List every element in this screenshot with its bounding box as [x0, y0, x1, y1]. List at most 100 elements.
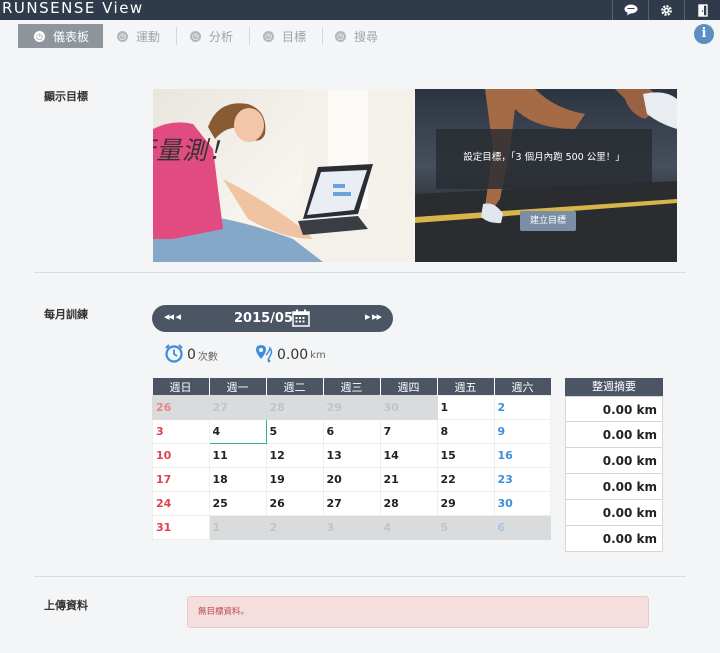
calendar-day[interactable]: 26 — [265, 491, 324, 516]
calendar-day[interactable]: 25 — [208, 491, 267, 516]
calendar-day[interactable]: 13 — [322, 443, 381, 468]
alarm-clock-icon — [164, 343, 184, 367]
calendar-week-row: 17 18 19 20 21 22 23 — [152, 467, 551, 492]
distance-unit: km — [310, 349, 326, 361]
weekday-header: 週四 — [379, 378, 437, 396]
calendar-icon[interactable] — [292, 309, 310, 327]
calendar-day[interactable]: 20 — [322, 467, 381, 492]
goal-banner: 請自行量測！ 設定目標，「3 個月內跑 500 公里！」 建立目標 — [153, 89, 677, 262]
calendar-day[interactable]: 16 — [493, 443, 551, 468]
no-goal-alert: 無目標資料。 — [187, 596, 649, 628]
info-icon[interactable]: i — [694, 24, 714, 44]
tab-search[interactable]: ◷ 搜尋 — [335, 24, 378, 48]
goal-message-box: 設定目標，「3 個月內跑 500 公里！」 — [436, 129, 652, 189]
weekly-distance: 0.00 km — [565, 474, 663, 500]
weekday-header: 週三 — [322, 378, 380, 396]
calendar-day[interactable]: 19 — [265, 467, 324, 492]
calendar-day[interactable]: 23 — [493, 467, 551, 492]
calendar-day[interactable]: 3 — [322, 515, 381, 540]
calendar-day[interactable]: 27 — [322, 491, 381, 516]
chat-icon[interactable] — [612, 0, 648, 20]
tab-label: 儀表板 — [53, 29, 90, 44]
calendar-day[interactable]: 28 — [265, 395, 324, 420]
calendar-day[interactable]: 24 — [152, 491, 210, 516]
calendar-day[interactable]: 10 — [152, 443, 210, 468]
create-goal-button[interactable]: 建立目標 — [520, 211, 576, 231]
calendar-day[interactable]: 18 — [208, 467, 267, 492]
calendar-day[interactable]: 3 — [152, 419, 210, 444]
calendar-day[interactable]: 29 — [322, 395, 381, 420]
calendar-weekday-header: 週日 週一 週二 週三 週四 週五 週六 — [152, 378, 551, 396]
tab-divider — [249, 27, 250, 45]
door-exit-icon[interactable] — [684, 0, 720, 20]
calendar-day[interactable]: 27 — [208, 395, 267, 420]
calendar-day[interactable]: 11 — [208, 443, 267, 468]
clock-icon: ◷ — [34, 30, 45, 42]
calendar-day[interactable]: 12 — [265, 443, 324, 468]
weekly-distance: 0.00 km — [565, 396, 663, 422]
calendar-day[interactable]: 21 — [379, 467, 438, 492]
upload-section-label: 上傳資料 — [44, 599, 88, 612]
calendar-day[interactable]: 26 — [152, 395, 210, 420]
clock-icon: ◷ — [263, 30, 274, 42]
calendar-day[interactable]: 9 — [493, 419, 551, 444]
calendar-day[interactable]: 15 — [436, 443, 495, 468]
calendar-week-row: 3456789 — [152, 419, 551, 444]
weekly-summary: 整週摘要 0.00 km 0.00 km 0.00 km 0.00 km 0.00 km… — [565, 378, 663, 552]
calendar-day[interactable]: 8 — [436, 419, 495, 444]
monthly-calendar: 週日 週一 週二 週三 週四 週五 週六 26 27 28 29 30 1 2 3 4 5 6 7 8 9 10 11 12… — [152, 378, 551, 540]
calendar-day[interactable]: 14 — [379, 443, 438, 468]
woman-laptop-photo: 請自行量測！ — [153, 89, 414, 262]
weekday-header: 週五 — [436, 378, 494, 396]
distance-stat: 0.00 km — [254, 344, 326, 366]
calendar-week-row: 24 25 26 27 28 29 30 — [152, 491, 551, 516]
calendar-day[interactable]: 30 — [493, 491, 551, 516]
current-month: 2015/05 — [234, 311, 294, 326]
workout-count: 0 — [187, 347, 196, 363]
calendar-day[interactable]: 29 — [436, 491, 495, 516]
calendar-day[interactable]: 17 — [152, 467, 210, 492]
calendar-day[interactable]: 22 — [436, 467, 495, 492]
tab-analysis[interactable]: ◷ 分析 — [190, 24, 233, 48]
calendar-week-row: 31 1 2 3 4 5 6 — [152, 515, 551, 540]
tab-goals[interactable]: ◷ 目標 — [263, 24, 306, 48]
calendar-day[interactable]: 28 — [379, 491, 438, 516]
calendar-day[interactable]: 4 — [379, 515, 438, 540]
weekday-header: 週日 — [152, 378, 209, 396]
calendar-day[interactable]: 31 — [152, 515, 210, 540]
tab-bar: ◷ 儀表板 ◷ 運動 ◷ 分析 ◷ 目標 ◷ 搜尋 — [0, 20, 720, 50]
calendar-day[interactable]: 6 — [322, 419, 381, 444]
calendar-week-row: 10 11 12 13 14 15 16 — [152, 443, 551, 468]
workout-count-stat: 0 次數 — [164, 344, 218, 366]
calendar-day[interactable]: 5 — [436, 515, 495, 540]
weekday-header: 週一 — [208, 378, 266, 396]
calendar-day[interactable]: 5 — [265, 419, 324, 444]
monthly-section-label: 每月訓練 — [44, 308, 88, 321]
tab-exercise[interactable]: ◷ 運動 — [117, 24, 160, 48]
calendar-day[interactable]: 30 — [379, 395, 438, 420]
tab-label: 目標 — [282, 29, 307, 44]
calendar-day[interactable]: 2 — [265, 515, 324, 540]
calendar-day[interactable]: 2 — [493, 395, 551, 420]
weekly-distance: 0.00 km — [565, 422, 663, 448]
tab-label: 運動 — [136, 29, 161, 44]
calendar-day[interactable]: 7 — [379, 419, 438, 444]
top-bar: RUNSENSE View — [0, 0, 720, 20]
weekday-header: 週六 — [493, 378, 551, 396]
gear-icon[interactable] — [648, 0, 684, 20]
tab-dashboard[interactable]: ◷ 儀表板 — [18, 24, 103, 48]
tab-divider — [322, 27, 323, 45]
distance-value: 0.00 — [277, 347, 309, 363]
clock-icon: ◷ — [117, 30, 128, 42]
clock-icon: ◷ — [190, 30, 201, 42]
next-month-button[interactable]: ▸ ▸▸ — [365, 310, 382, 323]
tab-divider — [176, 27, 177, 45]
previous-month-button[interactable]: ◂◂ ◂ — [164, 310, 181, 323]
calendar-day[interactable]: 4 — [208, 419, 267, 444]
section-divider — [34, 576, 686, 577]
section-divider — [34, 272, 686, 273]
calendar-day[interactable]: 1 — [436, 395, 495, 420]
weekly-distance: 0.00 km — [565, 448, 663, 474]
calendar-day[interactable]: 6 — [493, 515, 551, 540]
calendar-day[interactable]: 1 — [208, 515, 267, 540]
